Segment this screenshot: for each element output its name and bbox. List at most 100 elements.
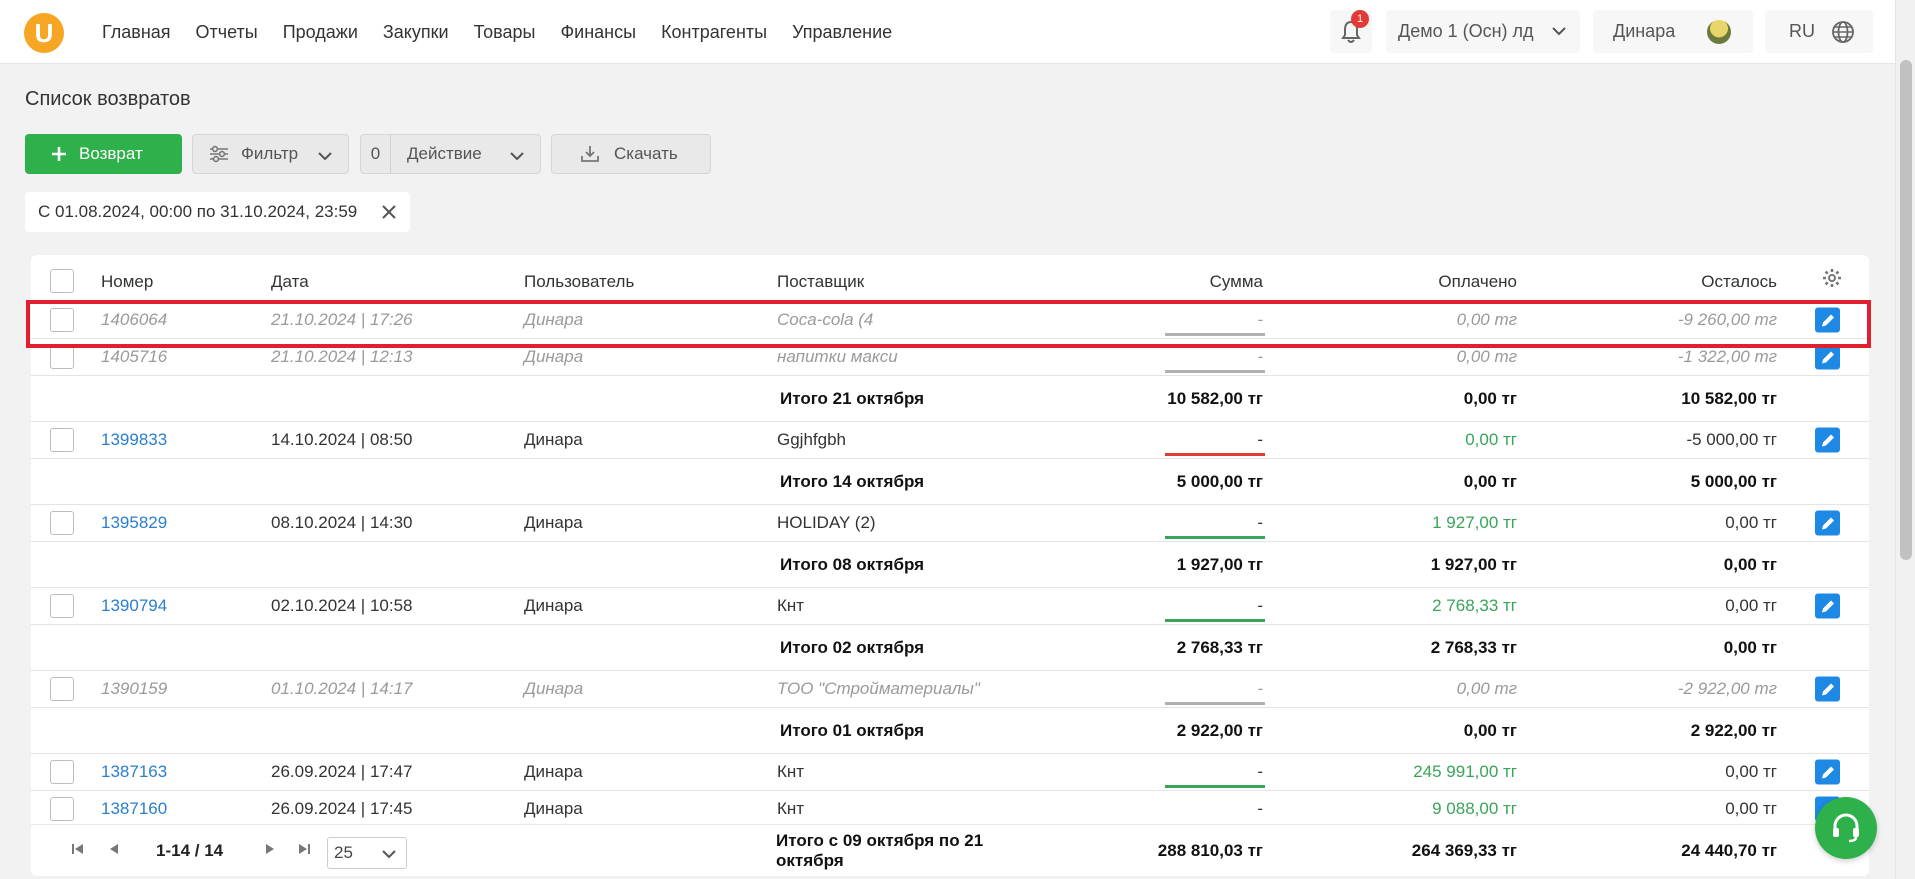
header-user[interactable]: Пользователь [524, 272, 634, 292]
last-page-icon[interactable] [297, 842, 311, 859]
nav-item-sales[interactable]: Продажи [283, 22, 358, 43]
payment-status-bar [1165, 333, 1265, 336]
table-row[interactable]: 1406064 21.10.2024 | 17:26 Динара Coca-c… [31, 302, 1869, 339]
headset-icon [1833, 813, 1859, 843]
filter-button[interactable]: Фильтр [192, 134, 349, 174]
main-nav: Главная Отчеты Продажи Закупки Товары Фи… [102, 0, 892, 64]
action-dropdown[interactable]: 0 Действие [360, 134, 541, 174]
day-total-label: Итого 02 октября [780, 637, 925, 657]
table-row[interactable]: 1405716 21.10.2024 | 12:13 Динара напитк… [31, 339, 1869, 376]
day-total-sum: 10 582,00 тг [1167, 388, 1263, 408]
row-checkbox[interactable] [50, 428, 74, 452]
return-number[interactable]: 1405716 [101, 347, 167, 367]
language-selector[interactable]: RU [1765, 10, 1873, 53]
user-name: Динара [1613, 21, 1676, 41]
table-row[interactable]: 1395829 08.10.2024 | 14:30 Динара HOLIDA… [31, 505, 1869, 542]
date-filter-text: С 01.08.2024, 00:00 по 31.10.2024, 23:59 [38, 202, 358, 221]
table-row[interactable]: 1387160 26.09.2024 | 17:45 Динара Кнт - … [31, 791, 1869, 828]
row-checkbox[interactable] [50, 797, 74, 821]
return-number[interactable]: 1387160 [101, 799, 167, 819]
add-return-label: Возврат [79, 144, 143, 163]
edit-button[interactable] [1815, 676, 1840, 702]
day-total-row: Итого 02 октября 2 768,33 тг 2 768,33 тг… [31, 625, 1869, 671]
nav-item-purchases[interactable]: Закупки [383, 22, 449, 43]
row-checkbox[interactable] [50, 511, 74, 535]
plus-icon [52, 147, 66, 161]
return-paid: 0,00 тг [1456, 310, 1517, 329]
page-size-select[interactable]: 25 [327, 837, 407, 869]
return-number[interactable]: 1395829 [101, 513, 167, 533]
table-row[interactable]: 1390794 02.10.2024 | 10:58 Динара Кнт - … [31, 588, 1869, 625]
period-total-paid: 264 369,33 тг [1411, 840, 1517, 860]
return-sum: - [1257, 513, 1263, 532]
edit-button[interactable] [1815, 510, 1840, 536]
support-chat-button[interactable] [1815, 797, 1877, 859]
return-supplier: ТОО "Стройматериалы" [777, 679, 980, 698]
gear-icon[interactable] [1822, 268, 1842, 288]
page-scrollbar[interactable] [1895, 0, 1915, 879]
header-sum[interactable]: Сумма [1210, 272, 1263, 292]
header-paid[interactable]: Оплачено [1438, 272, 1517, 292]
avatar [1707, 20, 1731, 44]
nav-item-finance[interactable]: Финансы [560, 22, 636, 43]
return-number[interactable]: 1387163 [101, 762, 167, 782]
first-page-icon[interactable] [71, 842, 85, 859]
day-total-remaining: 10 582,00 тг [1681, 388, 1777, 408]
return-date: 21.10.2024 | 12:13 [271, 347, 413, 366]
day-total-remaining: 0,00 тг [1723, 554, 1777, 574]
header-number[interactable]: Номер [101, 272, 153, 292]
return-paid: 0,00 тг [1465, 430, 1517, 449]
app-logo[interactable]: U [24, 13, 64, 53]
return-remaining: -2 922,00 тг [1677, 679, 1777, 698]
returns-table: Номер Дата Пользователь Поставщик Сумма … [31, 255, 1869, 876]
nav-item-home[interactable]: Главная [102, 22, 171, 43]
day-total-paid: 2 768,33 тг [1430, 637, 1517, 657]
table-row[interactable]: 1390159 01.10.2024 | 14:17 Динара ТОО "С… [31, 671, 1869, 708]
prev-page-icon[interactable] [107, 842, 121, 859]
day-total-paid: 0,00 тг [1463, 720, 1517, 740]
pencil-icon [1821, 434, 1834, 446]
header-remaining[interactable]: Осталось [1701, 272, 1777, 292]
download-button[interactable]: Скачать [551, 134, 711, 174]
row-checkbox[interactable] [50, 345, 74, 369]
nav-item-contractors[interactable]: Контрагенты [661, 22, 767, 43]
row-checkbox[interactable] [50, 594, 74, 618]
return-number[interactable]: 1399833 [101, 430, 167, 450]
return-number[interactable]: 1390159 [101, 679, 167, 699]
nav-item-reports[interactable]: Отчеты [196, 22, 258, 43]
next-page-icon[interactable] [263, 842, 277, 859]
return-sum: - [1257, 762, 1263, 781]
add-return-button[interactable]: Возврат [25, 134, 182, 174]
return-supplier: Ggjhfgbh [777, 430, 846, 449]
table-row[interactable]: 1399833 14.10.2024 | 08:50 Динара Ggjhfg… [31, 422, 1869, 459]
edit-button[interactable] [1815, 427, 1840, 453]
header-supplier[interactable]: Поставщик [777, 272, 864, 292]
header-date[interactable]: Дата [271, 272, 309, 292]
return-date: 14.10.2024 | 08:50 [271, 430, 413, 449]
row-checkbox[interactable] [50, 308, 74, 332]
scrollbar-thumb[interactable] [1900, 60, 1912, 560]
edit-button[interactable] [1815, 759, 1840, 785]
select-all-checkbox[interactable] [50, 269, 74, 293]
nav-item-products[interactable]: Товары [474, 22, 536, 43]
row-checkbox[interactable] [50, 677, 74, 701]
edit-button[interactable] [1815, 307, 1840, 333]
return-supplier: Кнт [777, 762, 805, 781]
page-title: Список возвратов [25, 88, 191, 110]
return-number[interactable]: 1390794 [101, 596, 167, 616]
day-total-remaining: 5 000,00 тг [1690, 471, 1777, 491]
nav-item-management[interactable]: Управление [792, 22, 892, 43]
row-checkbox[interactable] [50, 760, 74, 784]
edit-button[interactable] [1815, 344, 1840, 370]
close-icon[interactable] [380, 203, 398, 221]
return-user: Динара [524, 347, 584, 366]
user-menu[interactable]: Динара [1593, 10, 1753, 53]
day-total-label: Итого 08 октября [780, 554, 925, 574]
return-number[interactable]: 1406064 [101, 310, 167, 330]
notifications-button[interactable]: 1 [1330, 10, 1372, 53]
day-total-sum: 1 927,00 тг [1176, 554, 1263, 574]
table-row[interactable]: 1387163 26.09.2024 | 17:47 Динара Кнт - … [31, 754, 1869, 791]
org-selector[interactable]: Демо 1 (Осн) лд [1386, 10, 1580, 53]
return-date: 01.10.2024 | 14:17 [271, 679, 413, 698]
edit-button[interactable] [1815, 593, 1840, 619]
